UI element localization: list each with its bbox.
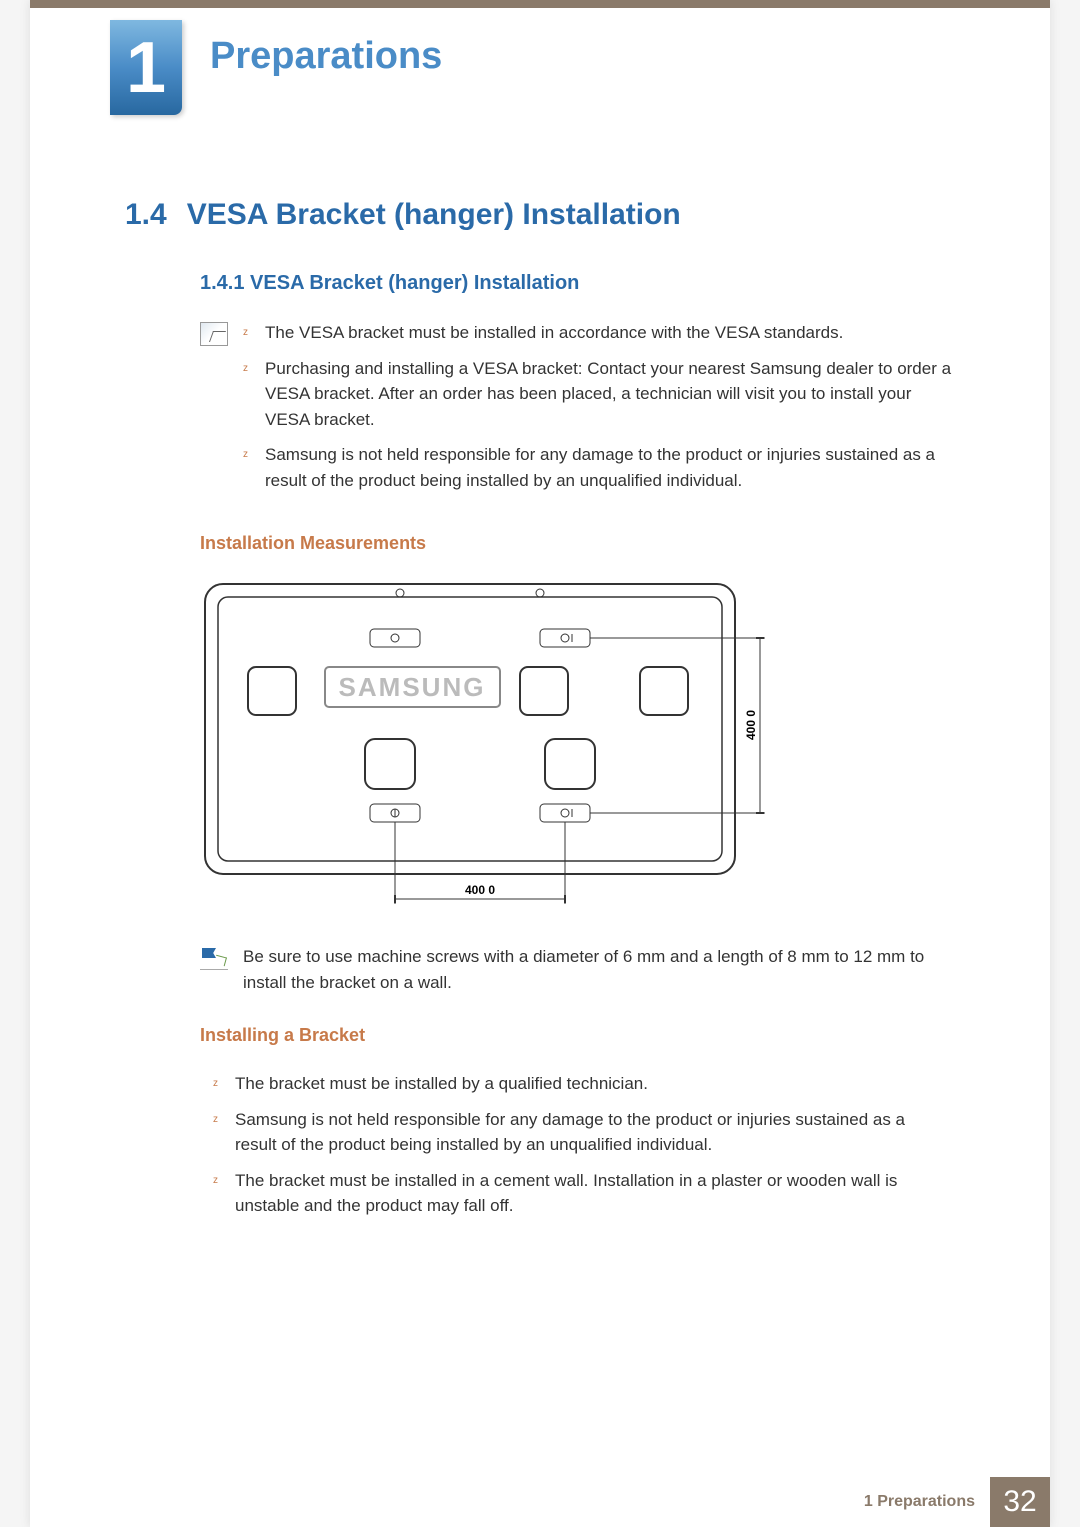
list-item: Samsung is not held responsible for any … [243, 442, 955, 493]
content-area: 1.4 VESA Bracket (hanger) Installation 1… [30, 8, 1050, 1219]
heading-measurements: Installation Measurements [200, 533, 955, 554]
section-number: 1.4 [125, 198, 167, 232]
note-list-1: The VESA bracket must be installed in ac… [243, 320, 955, 503]
footer-label: 1 Preparations [864, 1477, 990, 1527]
list-item: The bracket must be installed by a quali… [213, 1071, 945, 1097]
vesa-diagram-svg: SAMSUNG 400 0 [200, 579, 790, 919]
section-title: VESA Bracket (hanger) Installation [187, 198, 681, 232]
installation-diagram: SAMSUNG 400 0 [200, 579, 955, 924]
flag-icon [200, 946, 228, 970]
document-page: 1 Preparations 1.4 VESA Bracket (hanger)… [30, 0, 1050, 1527]
section-heading: 1.4 VESA Bracket (hanger) Installation [125, 198, 955, 232]
diagram-brand-text: SAMSUNG [339, 672, 486, 702]
subsection-heading: 1.4.1 VESA Bracket (hanger) Installation [200, 272, 955, 295]
list-item: The bracket must be installed in a cemen… [213, 1168, 945, 1219]
footer-page-number: 32 [990, 1477, 1050, 1527]
list-item: Purchasing and installing a VESA bracket… [243, 356, 955, 433]
heading-installing: Installing a Bracket [200, 1025, 955, 1046]
note-block-1: The VESA bracket must be installed in ac… [200, 320, 955, 503]
list-item: Samsung is not held responsible for any … [213, 1107, 945, 1158]
subsection-number: 1.4.1 [200, 272, 244, 294]
diagram-dim-h: 400 0 [465, 883, 495, 897]
chapter-title: Preparations [210, 35, 442, 78]
note-text: Be sure to use machine screws with a dia… [243, 944, 955, 995]
subsection-title: VESA Bracket (hanger) Installation [250, 272, 579, 294]
note-block-2: Be sure to use machine screws with a dia… [200, 944, 955, 995]
note-icon [200, 322, 228, 346]
page-footer: 1 Preparations 32 [30, 1477, 1050, 1527]
list-item: The VESA bracket must be installed in ac… [243, 320, 955, 346]
top-strip [30, 0, 1050, 8]
installing-list: The bracket must be installed by a quali… [213, 1071, 945, 1219]
chapter-number-badge: 1 [110, 20, 182, 115]
diagram-dim-v: 400 0 [744, 710, 758, 740]
